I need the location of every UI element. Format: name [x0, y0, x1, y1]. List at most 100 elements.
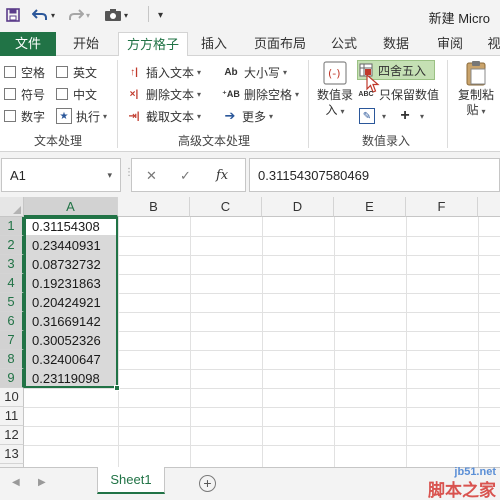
spreadsheet-grid[interactable]: A B C D E F 1 2 3 4 5 6 7 8 9 10 11 12 1…: [0, 197, 500, 467]
row-header-9[interactable]: 9: [0, 369, 24, 388]
checkbox-symbol[interactable]: 符号: [4, 84, 45, 104]
sheet-tab-sheet1[interactable]: Sheet1: [97, 467, 165, 494]
column-header-f[interactable]: F: [406, 197, 478, 217]
checkbox-chinese[interactable]: 中文: [56, 84, 97, 104]
row-header-1[interactable]: 1: [0, 217, 24, 236]
row-header-5[interactable]: 5: [0, 293, 24, 312]
column-header-b[interactable]: B: [118, 197, 190, 217]
cell-a8[interactable]: 0.32400647: [32, 350, 101, 369]
watermark: jb51.net 脚本之家: [428, 466, 496, 500]
delete-spaces-icon: ⁺AB: [222, 88, 240, 99]
select-all-button[interactable]: [0, 197, 24, 217]
checkbox-space[interactable]: 空格: [4, 62, 45, 82]
tab-data[interactable]: 数据: [374, 32, 418, 56]
add-value-button[interactable]: + ▾: [397, 106, 424, 126]
copy-paste-button[interactable]: 复制粘 贴 ▾: [452, 60, 500, 119]
qat-divider: [148, 6, 149, 22]
checkbox-box[interactable]: [4, 66, 16, 78]
gridline: [24, 426, 500, 427]
redo-dropdown-icon[interactable]: ▾: [86, 6, 90, 24]
cell-a6[interactable]: 0.31669142: [32, 312, 101, 331]
gridline: [24, 407, 500, 408]
chevron-down-icon: ▾: [197, 89, 202, 99]
cell-a2[interactable]: 0.23440931: [32, 236, 101, 255]
checkbox-box[interactable]: [4, 88, 16, 100]
column-header-d[interactable]: D: [262, 197, 334, 217]
checkbox-box[interactable]: [56, 66, 68, 78]
column-header-e[interactable]: E: [334, 197, 406, 217]
row-header-11[interactable]: 11: [0, 407, 24, 426]
select-all-icon: [13, 206, 21, 214]
qat-dropdown-icon[interactable]: ▾: [124, 6, 128, 24]
title-bar: ▾ ▾ ▾ ▾ 新建 Micro: [0, 0, 500, 32]
column-header-a[interactable]: A: [24, 197, 118, 217]
insert-function-icon[interactable]: fx: [216, 168, 228, 183]
row-header-4[interactable]: 4: [0, 274, 24, 293]
row-header-10[interactable]: 10: [0, 388, 24, 407]
row-header-3[interactable]: 3: [0, 255, 24, 274]
cell-a1[interactable]: 0.31154308: [32, 217, 100, 236]
add-sheet-button[interactable]: +: [199, 475, 216, 492]
name-box[interactable]: A1 ▾: [1, 158, 121, 192]
gridline: [24, 445, 500, 446]
chevron-down-icon: ▾: [382, 111, 387, 121]
tab-home[interactable]: 开始: [62, 32, 110, 56]
checkbox-box[interactable]: [56, 88, 68, 100]
row-header-6[interactable]: 6: [0, 312, 24, 331]
group-label-number-entry: 数值录入: [362, 134, 411, 148]
checkbox-english[interactable]: 英文: [56, 62, 97, 82]
fill-handle[interactable]: [114, 385, 120, 391]
row-header-13[interactable]: 13: [0, 445, 24, 464]
formula-input[interactable]: 0.31154307580469: [249, 158, 500, 192]
edit-values-button[interactable]: ✎ ▾: [359, 106, 386, 126]
case-button[interactable]: Ab 大小写 ▾: [222, 62, 287, 82]
chevron-down-icon: ▾: [295, 89, 300, 99]
keep-values-button[interactable]: ABC 只保留数值: [357, 84, 439, 104]
next-sheet-icon[interactable]: ▶: [38, 477, 46, 488]
execute-button[interactable]: ★ 执行 ▾: [56, 106, 107, 126]
checkbox-number[interactable]: 数字: [4, 106, 45, 126]
column-header-c[interactable]: C: [190, 197, 262, 217]
cell-a7[interactable]: 0.30052326: [32, 331, 101, 350]
delete-text-icon: ×|: [129, 88, 139, 100]
camera-icon[interactable]: [104, 6, 122, 24]
tab-insert[interactable]: 插入: [192, 32, 236, 56]
undo-icon[interactable]: [32, 6, 48, 24]
extract-text-button[interactable]: ⇥| 截取文本 ▾: [126, 106, 201, 126]
cancel-formula-icon[interactable]: ✕: [146, 168, 157, 184]
row-header-8[interactable]: 8: [0, 350, 24, 369]
tab-page-layout[interactable]: 页面布局: [246, 32, 314, 56]
customize-qat-icon[interactable]: ▾: [158, 6, 163, 24]
tab-view[interactable]: 视: [484, 32, 500, 56]
row-header-2[interactable]: 2: [0, 236, 24, 255]
row-header-12[interactable]: 12: [0, 426, 24, 445]
cell-a4[interactable]: 0.19231863: [32, 274, 101, 293]
delete-spaces-button[interactable]: ⁺AB 删除空格 ▾: [222, 84, 299, 104]
tab-formulas[interactable]: 公式: [322, 32, 366, 56]
delete-text-button[interactable]: ×| 删除文本 ▾: [126, 84, 201, 104]
redo-icon[interactable]: [68, 6, 84, 24]
tab-file[interactable]: 文件: [0, 32, 56, 56]
undo-dropdown-icon[interactable]: ▾: [51, 6, 55, 24]
chevron-down-icon: ▾: [340, 107, 345, 116]
insert-text-button[interactable]: ↑| 插入文本 ▾: [126, 62, 201, 82]
cell-a9[interactable]: 0.23119098: [32, 369, 100, 388]
name-box-value: A1: [10, 168, 26, 183]
confirm-formula-icon[interactable]: ✓: [180, 168, 191, 184]
prev-sheet-icon[interactable]: ◀: [12, 477, 20, 488]
more-button[interactable]: ➔ 更多 ▾: [222, 106, 273, 126]
tab-fangfanggezi[interactable]: 方方格子: [118, 32, 188, 57]
cell-a5[interactable]: 0.20424921: [32, 293, 101, 312]
chevron-down-icon[interactable]: ▾: [107, 170, 112, 181]
number-entry-icon: (-): [321, 60, 349, 86]
edit-icon: ✎: [359, 108, 375, 124]
number-entry-button[interactable]: (-) 数值录 入 ▾: [313, 60, 357, 119]
checkbox-box[interactable]: [4, 110, 16, 122]
chevron-down-icon: ▾: [197, 111, 202, 121]
tab-review[interactable]: 审阅: [428, 32, 472, 56]
cell-a3[interactable]: 0.08732732: [32, 255, 101, 274]
save-icon[interactable]: [6, 6, 20, 24]
row-header-7[interactable]: 7: [0, 331, 24, 350]
column-header-g[interactable]: [478, 197, 500, 217]
chevron-down-icon: ▾: [103, 111, 108, 121]
